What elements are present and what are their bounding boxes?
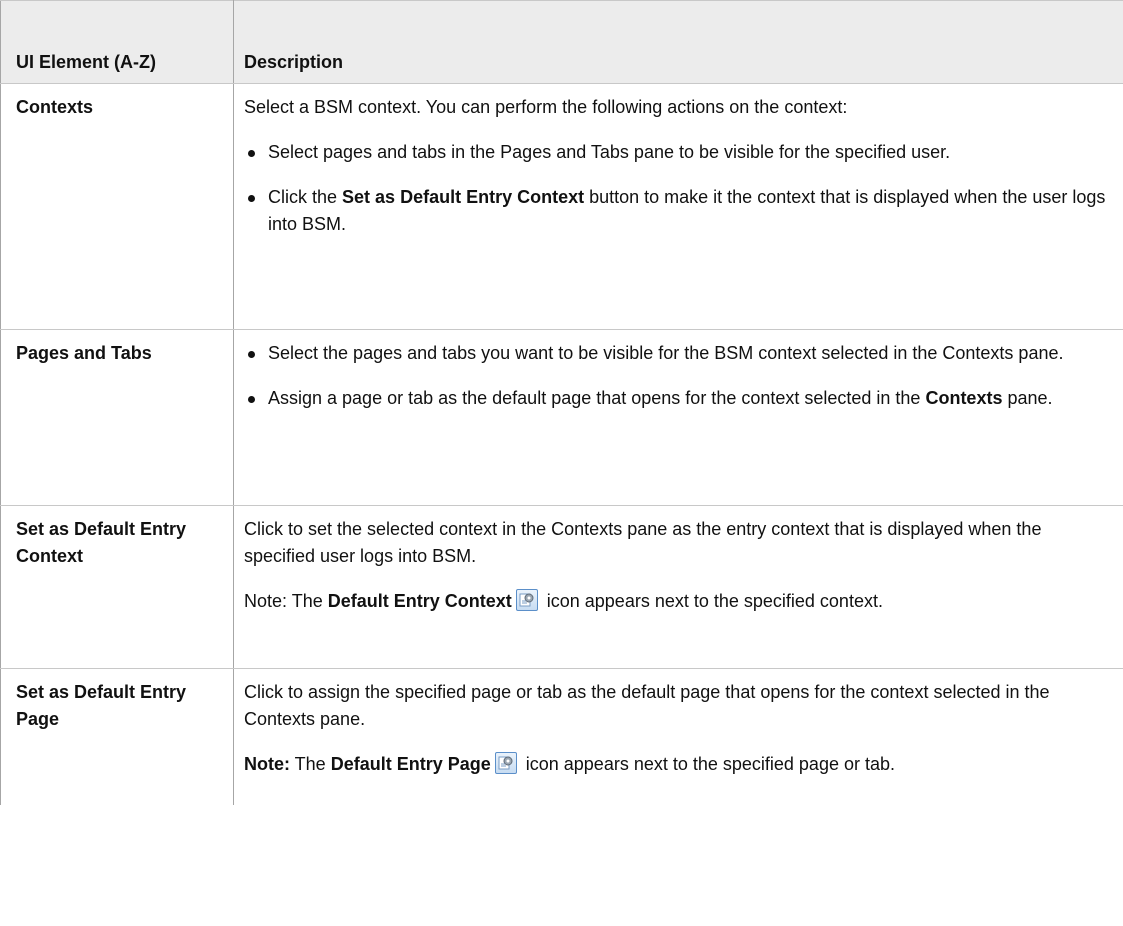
element-description: Select the pages and tabs you want to be… — [233, 329, 1123, 506]
note-bold: Default Entry Page — [330, 754, 491, 774]
list-item-text: Select pages and tabs in the Pages and T… — [268, 142, 951, 162]
list-item-bold: Contexts — [925, 388, 1003, 408]
bullet-icon — [248, 396, 255, 403]
list-item: Select pages and tabs in the Pages and T… — [244, 139, 1111, 166]
element-description: Select a BSM context. You can perform th… — [233, 83, 1123, 330]
note-text: Note: The Default Entry Page icon appear… — [244, 752, 895, 774]
note-label: Note: — [244, 754, 290, 774]
list-item: Click the Set as Default Entry Context b… — [244, 184, 1111, 238]
bullet-list: Select the pages and tabs you want to be… — [244, 340, 1111, 412]
list-item-bold: Set as Default Entry Context — [342, 187, 585, 207]
element-name: Contexts — [0, 83, 234, 330]
header-ui-element: UI Element (A-Z) — [0, 0, 234, 84]
element-description: Click to assign the specified page or ta… — [233, 668, 1123, 805]
element-description: Click to set the selected context in the… — [233, 505, 1123, 669]
list-item: Assign a page or tab as the default page… — [244, 385, 1111, 412]
table-header-row: UI Element (A-Z) Description — [0, 0, 1123, 84]
description-text: Select a BSM context. You can perform th… — [244, 97, 848, 117]
description-text: Click to assign the specified page or ta… — [244, 682, 1050, 729]
element-name: Set as Default Entry Page — [0, 668, 234, 805]
ui-elements-table: UI Element (A-Z) Description Contexts Se… — [0, 0, 1123, 805]
list-item-text: Select the pages and tabs you want to be… — [268, 343, 1064, 363]
table-row: Contexts Select a BSM context. You can p… — [0, 83, 1123, 330]
bullet-icon — [248, 150, 255, 157]
note-bold: Default Entry Context — [327, 591, 512, 611]
table-row: Pages and Tabs Select the pages and tabs… — [0, 329, 1123, 506]
default-entry-icon — [515, 589, 538, 611]
list-item-text: pane. — [1002, 388, 1053, 408]
header-description: Description — [233, 0, 1123, 84]
bullet-icon — [248, 195, 255, 202]
default-entry-icon — [494, 752, 517, 774]
element-name: Set as Default Entry Context — [0, 505, 234, 669]
list-item-text: Assign a page or tab as the default page… — [268, 388, 926, 408]
table-row: Set as Default Entry Context Click to se… — [0, 505, 1123, 669]
list-item: Select the pages and tabs you want to be… — [244, 340, 1111, 367]
list-item-text: Click the — [268, 187, 343, 207]
bullet-icon — [248, 351, 255, 358]
table-row: Set as Default Entry Page Click to assig… — [0, 668, 1123, 805]
bullet-list: Select pages and tabs in the Pages and T… — [244, 139, 1111, 238]
note-text: Note: The Default Entry Context icon app… — [244, 589, 883, 611]
element-name: Pages and Tabs — [0, 329, 234, 506]
description-text: Click to set the selected context in the… — [244, 519, 1042, 566]
